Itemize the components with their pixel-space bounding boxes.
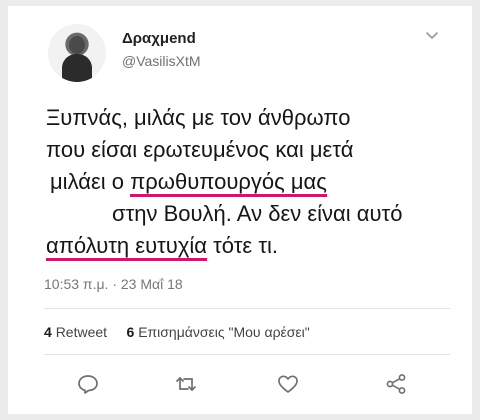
tweet-stats: 4 Retweet 6 Επισημάνσεις "Μου αρέσει": [44, 324, 310, 340]
tweet-line-1: Ξυπνάς, μιλάς με τον άνθρωπο: [46, 105, 351, 130]
avatar-head: [69, 36, 85, 54]
tweet-line-3: μιλάει ο πρωθυπουργός μας: [46, 166, 466, 198]
highlight-underline-pm: πρωθυπουργός μας: [130, 169, 327, 197]
heart-icon[interactable]: [276, 372, 300, 396]
likes-label: Επισημάνσεις "Μου αρέσει": [138, 324, 310, 340]
avatar-body: [62, 54, 92, 82]
tweet-line-5-text: τότε τι.: [206, 233, 279, 258]
tweet-text: Ξυπνάς, μιλάς με τον άνθρωπο που είσαι ε…: [46, 102, 466, 262]
tweet-line-5: απόλυτη ευτυχία τότε τι.: [46, 230, 466, 262]
tweet-line-4: στην Βουλή. Αν δεν είναι αυτό: [112, 201, 403, 226]
retweet-icon[interactable]: [174, 372, 198, 396]
tweet-timestamp[interactable]: 10:53 π.μ. · 23 Μαΐ 18: [44, 276, 183, 292]
highlight-underline-happiness: απόλυτη ευτυχία: [46, 233, 207, 261]
reply-icon[interactable]: [76, 372, 100, 396]
likes-count: 6: [126, 324, 135, 340]
avatar[interactable]: [48, 24, 106, 82]
chevron-down-icon[interactable]: [424, 28, 440, 44]
retweet-label: Retweet: [55, 324, 108, 340]
tweet-line-3-text: μιλάει ο: [50, 169, 131, 194]
retweet-count: 4: [44, 324, 52, 340]
tweet-line-2: που είσαι ερωτευμένος και μετά: [46, 137, 354, 162]
likes-stat[interactable]: 6 Επισημάνσεις "Μου αρέσει": [127, 324, 310, 340]
user-handle[interactable]: @VasilisXtM: [122, 53, 201, 69]
display-name[interactable]: Δραχμend: [122, 30, 196, 47]
divider-top: [44, 308, 450, 309]
divider-bottom: [44, 354, 450, 355]
tweet-card: Δραχμend @VasilisXtM Ξυπνάς, μιλάς με το…: [8, 6, 472, 414]
share-icon[interactable]: [384, 372, 408, 396]
retweet-stat[interactable]: 4 Retweet: [44, 324, 107, 340]
tweet-actions: [8, 366, 472, 402]
